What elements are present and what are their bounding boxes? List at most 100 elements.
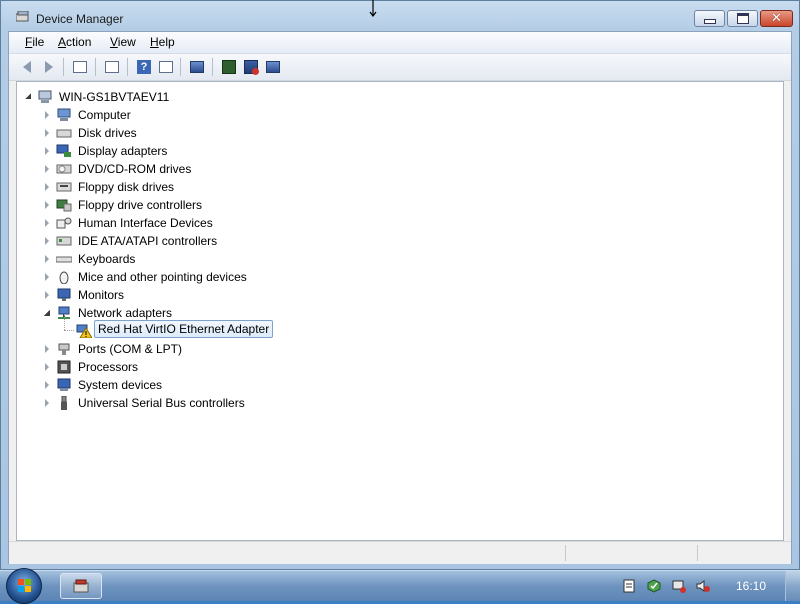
disable-button[interactable] <box>264 58 282 76</box>
maximize-button[interactable] <box>727 10 758 27</box>
taskbar: 16:10 <box>0 568 800 604</box>
help-icon: ? <box>137 60 151 74</box>
tree-item-ports[interactable]: Ports (COM & LPT) <box>17 340 777 358</box>
collapse-icon[interactable] <box>25 93 31 99</box>
network-icon[interactable] <box>647 579 661 593</box>
show-action-pane-icon <box>159 61 173 73</box>
tree-item-display-adapters[interactable]: Display adapters <box>17 142 777 160</box>
device-tree[interactable]: WIN-GS1BVTAEV11 Computer Disk drives Dis… <box>16 81 784 541</box>
status-pane <box>697 545 698 561</box>
tree-item-label: Mice and other pointing devices <box>78 270 247 284</box>
forward-button[interactable] <box>40 58 58 76</box>
ide-controller-icon <box>56 236 72 246</box>
show-hide-console-tree-icon <box>73 61 87 73</box>
maximize-icon <box>736 13 749 24</box>
tree-item-label: Display adapters <box>78 144 168 158</box>
menu-file[interactable]: File <box>25 35 44 49</box>
expand-icon[interactable] <box>45 111 49 119</box>
tree-item-floppy-drive-controllers[interactable]: Floppy drive controllers <box>17 196 777 214</box>
tree-item-ide-ata-atapi-controllers[interactable]: IDE ATA/ATAPI controllers <box>17 232 777 250</box>
dvd-drive-icon <box>56 164 72 174</box>
device-manager-taskbar-button[interactable] <box>60 573 102 599</box>
menu-help[interactable]: Help <box>150 35 175 49</box>
tree-item-system-devices[interactable]: System devices <box>17 376 777 394</box>
help-button[interactable]: ? <box>135 58 153 76</box>
volume-muted-icon[interactable] <box>696 579 710 593</box>
toolbar-separator <box>180 58 181 76</box>
device-manager-window: Device Manager ✕ File Action View Help ? <box>0 0 800 570</box>
scan-hardware-button[interactable] <box>188 58 206 76</box>
tree-child-red-hat-virtio-ethernet-adapter[interactable]: Red Hat VirtIO Ethernet Adapter <box>17 314 777 340</box>
tree-item-label: Human Interface Devices <box>78 216 213 230</box>
expand-icon[interactable] <box>45 291 49 299</box>
toolbar-separator <box>63 58 64 76</box>
expand-icon[interactable] <box>45 399 49 407</box>
expand-icon[interactable] <box>45 237 49 245</box>
tree-item-label: System devices <box>78 378 163 392</box>
tree-item-keyboards[interactable]: Keyboards <box>17 250 777 268</box>
tree-root-label: WIN-GS1BVTAEV11 <box>59 90 170 104</box>
taskbar-clock[interactable]: 16:10 <box>736 579 766 593</box>
minimize-button[interactable] <box>694 10 725 27</box>
status-bar <box>9 541 791 564</box>
expand-icon[interactable] <box>45 147 49 155</box>
uninstall-button[interactable] <box>242 58 260 76</box>
tree-item-usb-controllers[interactable]: Universal Serial Bus controllers <box>17 394 777 412</box>
expand-icon[interactable] <box>45 255 49 263</box>
tree-item-processors[interactable]: Processors <box>17 358 777 376</box>
properties-button[interactable] <box>103 58 121 76</box>
expand-icon[interactable] <box>45 345 49 353</box>
tree-item-dvd-cd-rom-drives[interactable]: DVD/CD-ROM drives <box>17 160 777 178</box>
expand-icon[interactable] <box>45 165 49 173</box>
menu-action[interactable]: Action <box>58 35 91 49</box>
expand-icon[interactable] <box>45 219 49 227</box>
toolbar-separator <box>212 58 213 76</box>
network-warning-icon[interactable] <box>672 579 686 593</box>
tree-item-label: DVD/CD-ROM drives <box>78 162 192 176</box>
toolbar: ? <box>9 54 791 81</box>
tree-item-floppy-disk-drives[interactable]: Floppy disk drives <box>17 178 777 196</box>
action-center-icon[interactable] <box>622 579 636 593</box>
show-action-pane-button[interactable] <box>157 58 175 76</box>
menu-bar: File Action View Help <box>9 32 791 54</box>
expand-icon[interactable] <box>45 381 49 389</box>
client-area: File Action View Help ? WIN-GS1BVTAEV11 … <box>8 31 792 564</box>
tree-item-label: Processors <box>78 360 139 374</box>
tree-item-label: Disk drives <box>78 126 137 140</box>
back-arrow-icon <box>23 61 31 73</box>
tree-item-computer[interactable]: Computer <box>17 106 777 124</box>
show-desktop-button[interactable] <box>785 571 800 601</box>
tree-item-monitors[interactable]: Monitors <box>17 286 777 304</box>
start-button[interactable] <box>6 568 42 604</box>
computer-icon <box>57 108 71 121</box>
back-button[interactable] <box>18 58 36 76</box>
expand-icon[interactable] <box>45 129 49 137</box>
close-button[interactable]: ✕ <box>760 10 793 27</box>
tree-item-label: Monitors <box>78 288 125 302</box>
tree-root[interactable]: WIN-GS1BVTAEV11 <box>17 88 777 106</box>
expand-icon[interactable] <box>45 201 49 209</box>
menu-view[interactable]: View <box>110 35 136 49</box>
collapse-icon[interactable] <box>44 310 50 316</box>
tree-item-label: Universal Serial Bus controllers <box>78 396 245 410</box>
expand-icon[interactable] <box>45 273 49 281</box>
update-driver-icon <box>222 60 236 74</box>
title-bar[interactable]: Device Manager ✕ <box>1 1 799 31</box>
expand-icon[interactable] <box>45 363 49 371</box>
show-hide-tree-button[interactable] <box>71 58 89 76</box>
minimize-icon <box>703 19 716 24</box>
tree-item-label: Floppy disk drives <box>78 180 175 194</box>
device-manager-taskbar-icon <box>73 579 89 593</box>
window-title: Device Manager <box>36 12 124 26</box>
tree-item-mice[interactable]: Mice and other pointing devices <box>17 268 777 286</box>
device-manager-icon <box>16 11 29 22</box>
tree-item-human-interface-devices[interactable]: Human Interface Devices <box>17 214 777 232</box>
update-driver-button[interactable] <box>220 58 238 76</box>
expand-icon[interactable] <box>45 183 49 191</box>
network-adapter-warning-icon <box>76 324 92 338</box>
tree-connector <box>64 330 74 332</box>
computer-root-icon <box>38 90 52 103</box>
tree-item-disk-drives[interactable]: Disk drives <box>17 124 777 142</box>
scan-hardware-icon <box>190 61 204 73</box>
display-adapter-icon <box>56 144 71 157</box>
